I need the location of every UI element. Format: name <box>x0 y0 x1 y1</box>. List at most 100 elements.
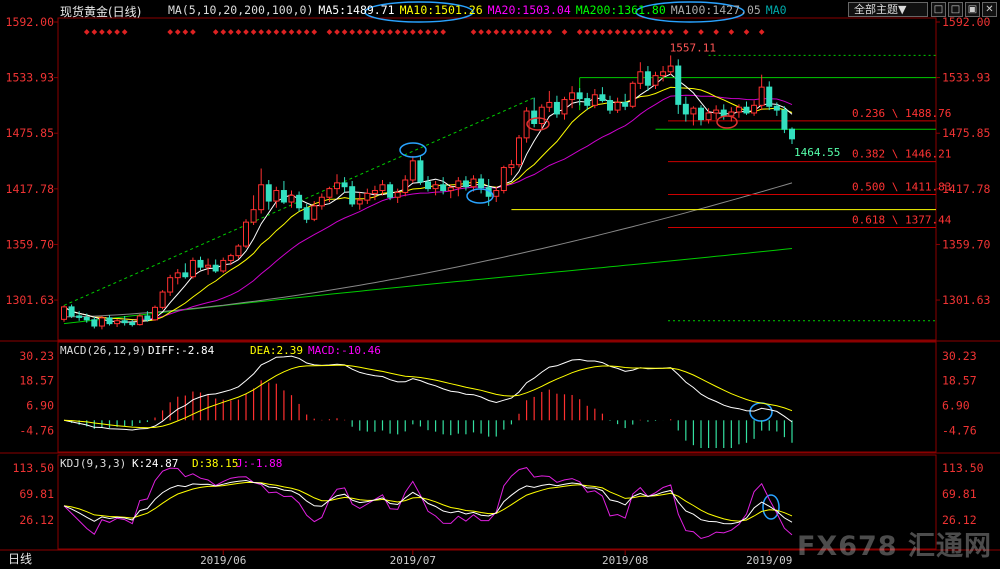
candle <box>735 106 742 113</box>
candle <box>698 107 704 121</box>
ma-legend-item: MA(5,10,20,200,100,0) <box>168 3 314 17</box>
candle <box>675 65 682 105</box>
candle <box>538 106 545 125</box>
signal-marker <box>235 29 242 35</box>
signal-marker <box>440 29 446 35</box>
kdj-y-tick-label: 69.81 <box>19 487 54 501</box>
candle <box>773 105 780 111</box>
window-close-button[interactable]: ✕ <box>982 2 997 17</box>
candle <box>470 178 477 188</box>
candle <box>591 94 598 106</box>
candle <box>652 75 659 86</box>
macd-panel-frame <box>57 341 937 453</box>
candle <box>296 194 303 209</box>
signal-marker <box>531 29 537 35</box>
macd-y-tick-label-right: 30.23 <box>942 349 977 363</box>
signal-marker <box>523 29 530 35</box>
price-y-tick-label: 1359.70 <box>6 237 55 251</box>
candle <box>273 190 280 202</box>
low-annotation: 1464.55 <box>794 146 840 159</box>
macd-label: MACD(26,12,9) <box>60 344 146 357</box>
macd-diff-line <box>63 355 793 431</box>
candle <box>660 71 667 77</box>
blue-circle-marker <box>749 402 773 422</box>
signal-marker <box>622 29 628 35</box>
signal-marker <box>228 29 234 35</box>
signal-marker <box>273 29 280 35</box>
window-tile-button[interactable]: □ <box>948 2 963 17</box>
ma-legend-item: MA200:1361.80 <box>575 3 666 17</box>
signal-marker <box>121 29 128 35</box>
kdj-y-tick-label: 113.50 <box>12 461 54 475</box>
chart-canvas[interactable]: 1592.00 1592.00 1533.93 1533.93 1475.85 1475.… <box>0 0 1000 569</box>
window-restore-button[interactable]: □ <box>931 2 946 17</box>
candle <box>493 190 500 197</box>
signal-marker <box>713 29 719 35</box>
price-y-tick-label: 1475.85 <box>6 126 54 140</box>
candle <box>326 188 333 198</box>
ma5-line <box>63 73 793 323</box>
candle <box>129 322 136 326</box>
candle <box>106 317 113 325</box>
signal-marker <box>83 29 90 35</box>
candle <box>553 101 560 115</box>
macd-y-tick-label-right: 6.90 <box>942 399 970 413</box>
fib-level-label: 0.236 \ 1488.76 <box>852 107 951 120</box>
signal-marker <box>99 29 105 35</box>
signal-marker <box>250 29 257 35</box>
ma-legend-item: MA100:1427.05 <box>670 3 761 17</box>
signal-marker <box>387 29 393 35</box>
candle <box>622 101 629 107</box>
candle <box>243 221 249 247</box>
macd-y-tick-label: 6.90 <box>26 399 54 413</box>
candle <box>500 167 507 192</box>
kdj-j-value: J:-1.88 <box>236 457 282 470</box>
signal-marker <box>243 29 249 35</box>
candle <box>364 192 371 201</box>
candle <box>334 182 340 190</box>
ma100-line <box>63 182 793 318</box>
signal-marker <box>683 29 689 35</box>
x-tick-label: 2019/08 <box>602 554 648 567</box>
signal-marker <box>501 29 507 35</box>
candle <box>599 94 606 102</box>
candle <box>394 191 401 198</box>
candle <box>462 180 469 188</box>
signal-marker <box>516 29 522 35</box>
signal-marker <box>174 29 181 35</box>
candle <box>743 106 750 114</box>
red-circle-marker <box>716 115 738 129</box>
candle <box>447 187 454 192</box>
signal-marker <box>485 29 492 35</box>
candle <box>751 104 758 114</box>
watermark-logo: FX678 汇通网 <box>796 531 992 562</box>
candle <box>114 320 121 325</box>
price-y-tick-label-right: 1592.00 <box>942 15 991 29</box>
candle <box>318 196 325 207</box>
red-circle-marker <box>526 117 550 131</box>
window-max-button[interactable]: ▣ <box>965 2 980 17</box>
candle <box>91 319 98 327</box>
signal-marker <box>379 29 386 35</box>
instrument-title: 现货黄金(日线) <box>60 5 142 19</box>
price-y-tick-label-right: 1533.93 <box>942 71 991 85</box>
candle <box>614 101 621 111</box>
macd-diff-value: DIFF:-2.84 <box>148 344 215 357</box>
price-panel-frame <box>57 17 937 341</box>
candle <box>637 71 644 84</box>
signal-marker <box>364 29 371 35</box>
signal-marker <box>288 29 295 35</box>
signal-marker <box>341 29 348 35</box>
period-status-tab[interactable]: 日线 <box>8 550 32 567</box>
period-select[interactable]: 全部主题▼ <box>848 2 928 17</box>
candle <box>167 277 174 293</box>
candle <box>789 128 795 140</box>
signal-marker <box>311 29 318 35</box>
candle <box>152 306 158 321</box>
macd-dea-line <box>63 364 793 429</box>
x-tick-label: 2019/07 <box>390 554 436 567</box>
ma-legend-item: MA5:1489.71 <box>318 3 395 17</box>
kdj-y-tick-label-right: 113.50 <box>942 461 984 475</box>
kdj-k-line <box>63 479 793 525</box>
signal-marker <box>493 29 500 35</box>
